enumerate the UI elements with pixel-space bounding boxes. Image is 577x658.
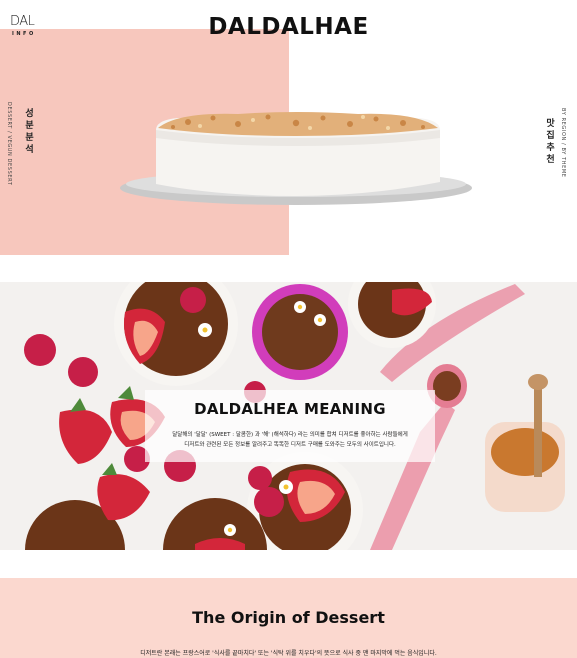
- cake-image: [120, 112, 472, 205]
- nav-restaurant-recommend[interactable]: 맛집추천: [543, 118, 556, 166]
- meaning-line-2: 디저트와 관련된 모든 정보를 알려주고 똑똑한 디저트 구매를 도와주는 모두…: [184, 442, 396, 448]
- meaning-line-1: 달달해의 '달달' (SWEET : 달콤한) 과 '해' (해석하다) 라는 …: [172, 432, 408, 438]
- meaning-section: DALDALHEA MEANING 달달해의 '달달' (SWEET : 달콤한…: [0, 282, 577, 550]
- nav-ingredient-analysis[interactable]: 성분분석: [22, 108, 35, 156]
- meaning-title: DALDALHEA MEANING: [194, 400, 386, 418]
- origin-title: The Origin of Dessert: [192, 608, 385, 627]
- nav-restaurant-sub[interactable]: BY REGION / BY THEME: [560, 108, 566, 178]
- meaning-description: 달달해의 '달달' (SWEET : 달콤한) 과 '해' (해석하다) 라는 …: [145, 430, 435, 450]
- site-title[interactable]: DALDALHAE: [0, 14, 577, 40]
- nav-ingredient-sub[interactable]: DESSERT / VEGUN DESSERT: [6, 102, 12, 185]
- hero-section: DAL INFO DALDALHAE 성분분석 DESSERT / VEGUN …: [0, 0, 577, 256]
- origin-description: 디저트란 본래는 프랑스어로 '식사를 끝마치다' 또는 '식탁 위를 치우다'…: [140, 650, 437, 657]
- meaning-textbox: DALDALHEA MEANING 달달해의 '달달' (SWEET : 달콤한…: [145, 390, 415, 462]
- origin-section: The Origin of Dessert 디저트란 본래는 프랑스어로 '식사…: [0, 578, 577, 658]
